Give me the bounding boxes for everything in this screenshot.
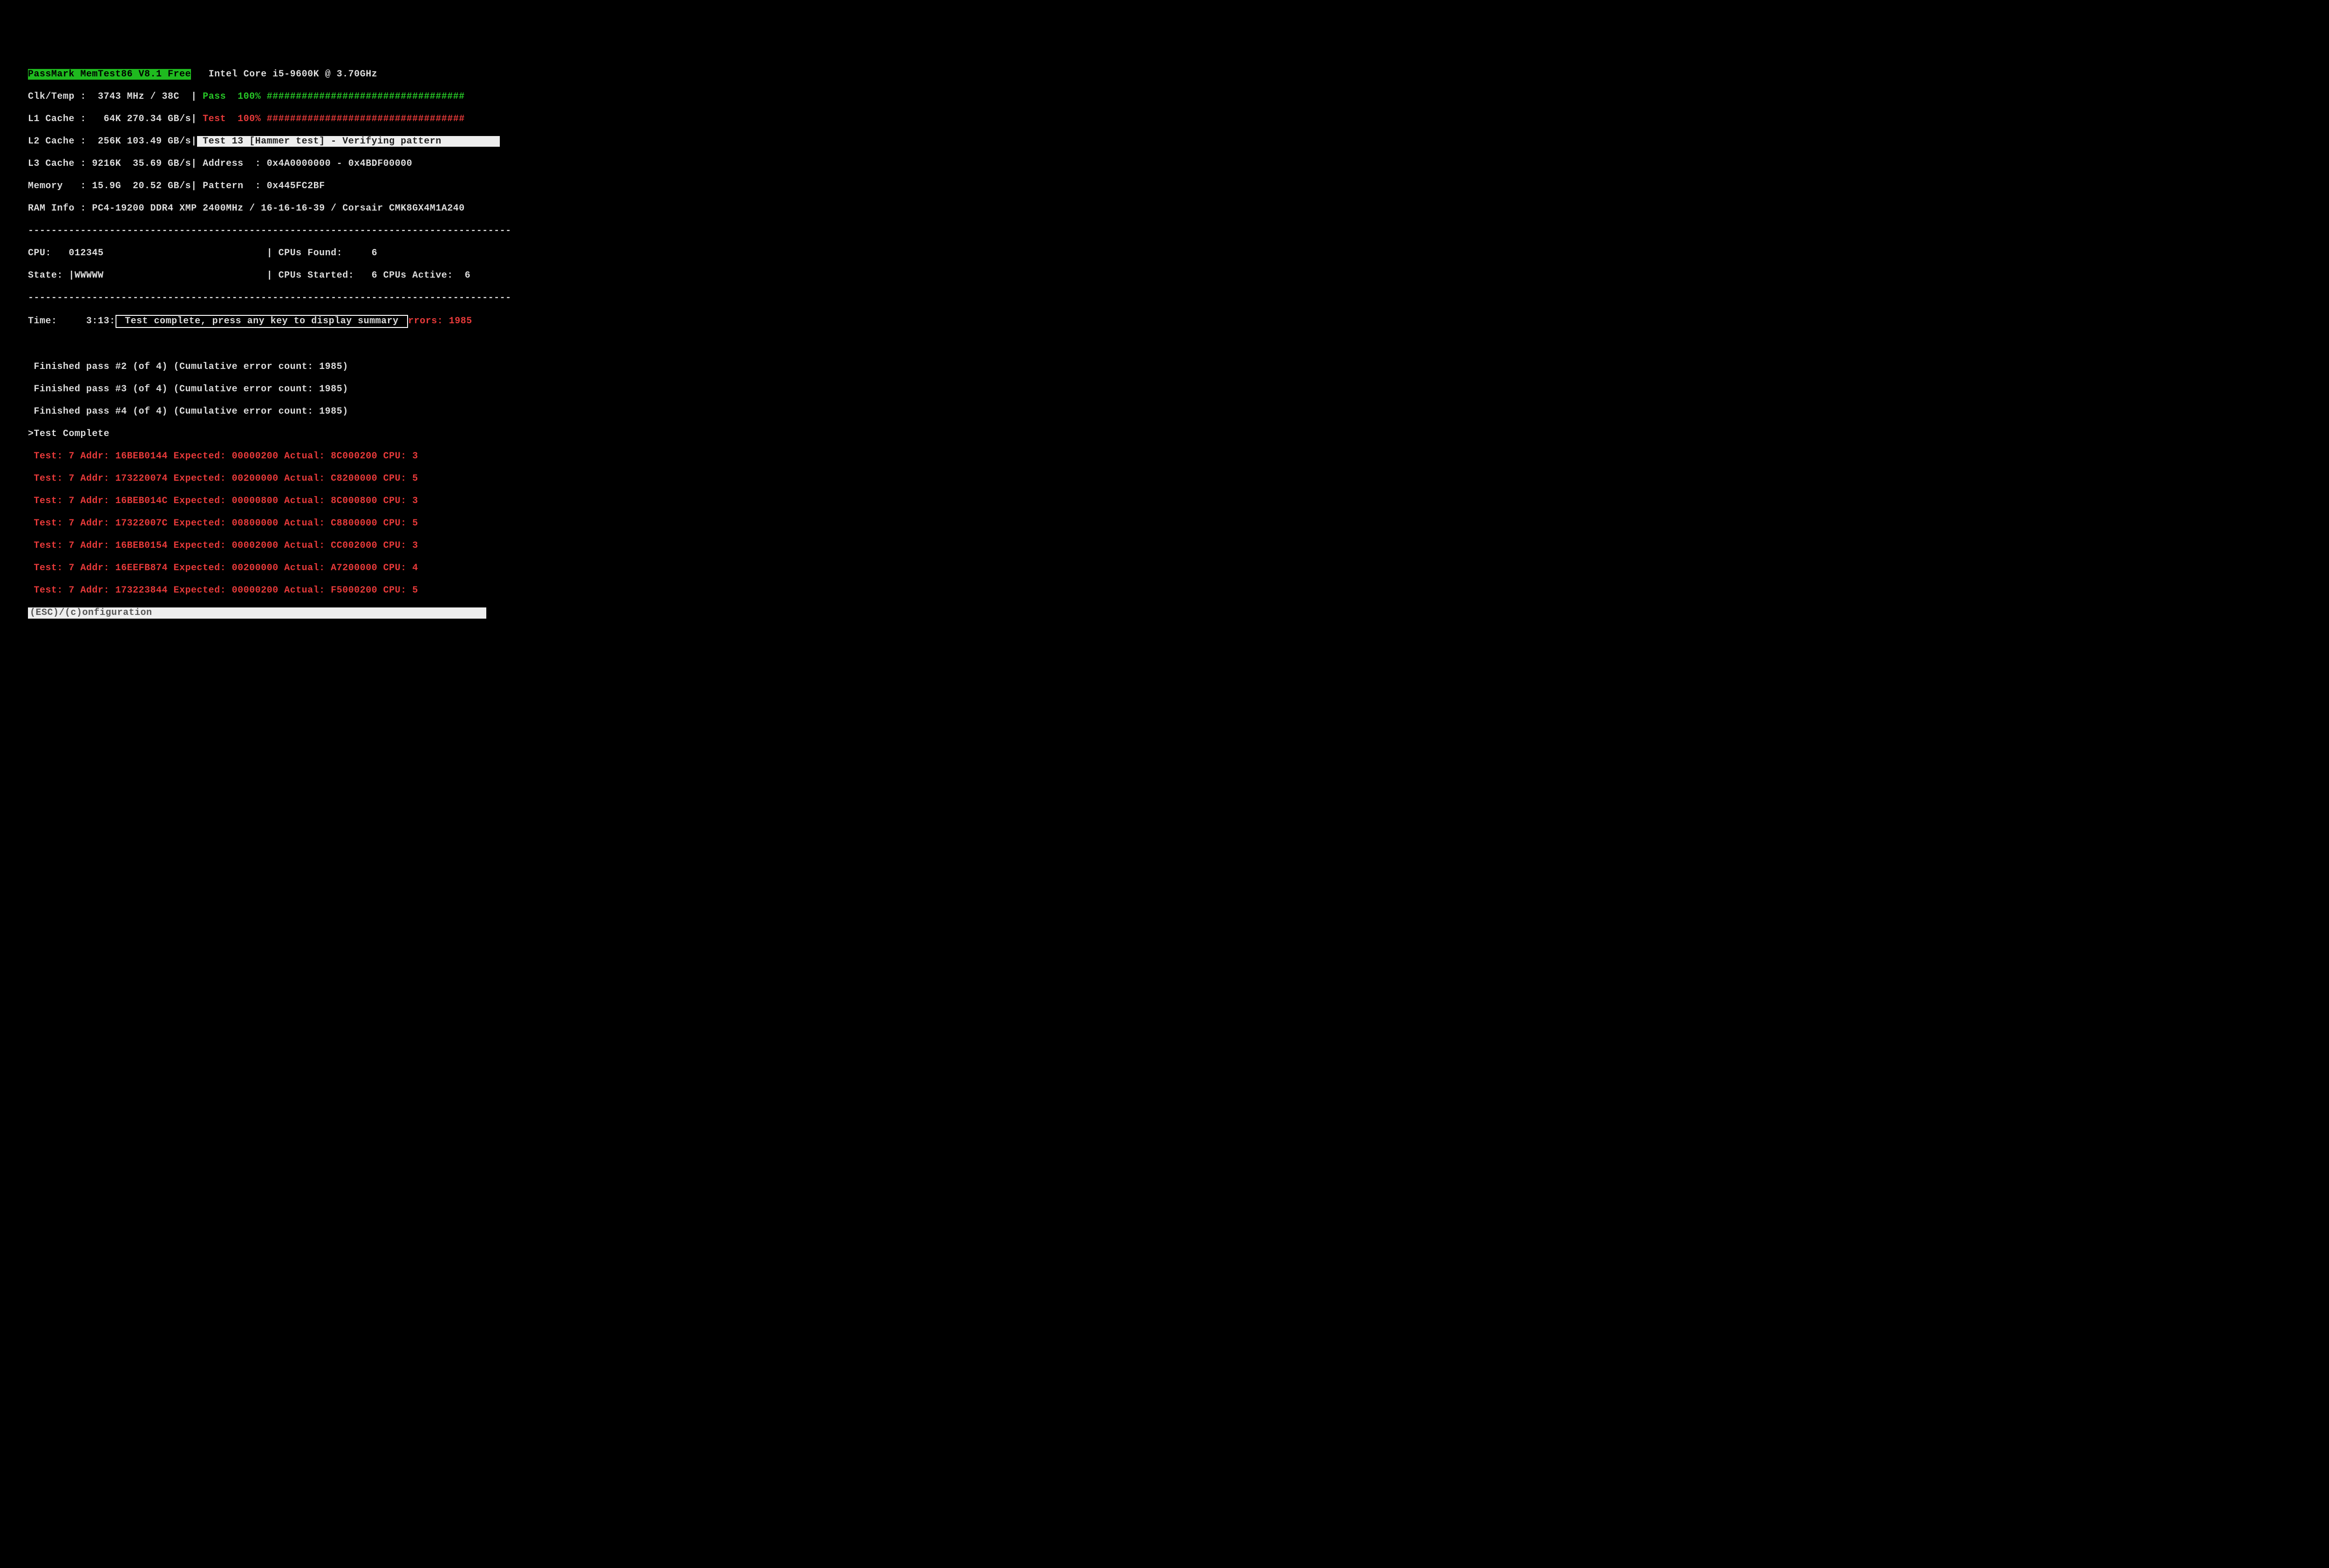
cpus-started-label: | CPUs Started: [267, 270, 354, 281]
error-line: Test: 7 Addr: 173223844 Expected: 000002… [28, 585, 2301, 596]
l1-label: L1 Cache : [28, 114, 86, 124]
pass-line-4: Finished pass #4 (of 4) (Cumulative erro… [28, 406, 2301, 417]
ram-label: RAM Info : [28, 203, 86, 214]
test-label: Test [203, 114, 226, 124]
error-line: Test: 7 Addr: 16BEB014C Expected: 000008… [28, 496, 2301, 507]
errors-value: 1985 [443, 316, 472, 327]
error-line: Test: 7 Addr: 17322007C Expected: 008000… [28, 518, 2301, 529]
pattern-line: Pattern : 0x445FC2BF [197, 181, 325, 191]
l3-value: 9216K 35.69 GB/s [86, 158, 191, 169]
l2-label: L2 Cache : [28, 136, 86, 147]
cpu-name-text: Intel Core i5-9600K @ 3.70GHz [209, 69, 378, 80]
clk-temp-label: Clk/Temp : [28, 91, 86, 102]
divider: ----------------------------------------… [28, 225, 2301, 237]
cpu-row: CPU: 012345 [28, 248, 104, 259]
test-pct: 100% [226, 114, 261, 124]
pass-label: Pass [203, 91, 226, 102]
error-line: Test: 7 Addr: 16EEFB874 Expected: 002000… [28, 563, 2301, 574]
cpus-found-value: 6 [342, 248, 377, 259]
l2-value: 256K 103.49 GB/s [86, 136, 191, 147]
title-bar: PassMark MemTest86 V8.1 Free [28, 69, 191, 80]
pass-line-3: Finished pass #3 (of 4) (Cumulative erro… [28, 384, 2301, 395]
error-line: Test: 7 Addr: 173220074 Expected: 002000… [28, 473, 2301, 484]
ram-value: PC4-19200 DDR4 XMP 2400MHz / 16-16-16-39… [86, 203, 465, 214]
memtest-screen: PassMark MemTest86 V8.1 Free Intel Core … [0, 0, 2329, 648]
clk-temp-value: 3743 MHz / 38C [86, 91, 179, 102]
cpus-started-value: 6 [354, 270, 377, 281]
error-line: Test: 7 Addr: 16BEB0144 Expected: 000002… [28, 451, 2301, 462]
mem-label: Memory : [28, 181, 86, 191]
footer-hint[interactable]: (ESC)/(c)onfiguration [28, 607, 486, 619]
l3-label: L3 Cache : [28, 158, 86, 169]
error-line: Test: 7 Addr: 16BEB0154 Expected: 000020… [28, 540, 2301, 552]
address-line: Address : 0x4A0000000 - 0x4BDF00000 [197, 158, 413, 169]
cpus-active-label: CPUs Active: [377, 270, 453, 281]
cpu-name [191, 69, 209, 80]
errors-label: rrors: [408, 316, 443, 327]
state-row: State: |WWWWW [28, 270, 104, 281]
pass-line-2: Finished pass #2 (of 4) (Cumulative erro… [28, 361, 2301, 373]
time-label: Time: [28, 316, 57, 327]
l1-value: 64K 270.34 GB/s [86, 114, 191, 124]
cpus-found-label: | CPUs Found: [267, 248, 343, 259]
pass-bar: ################################## [261, 91, 465, 102]
prompt-box[interactable]: Test complete, press any key to display … [116, 315, 409, 328]
pass-pct: 100% [226, 91, 261, 102]
divider-2: ----------------------------------------… [28, 293, 2301, 304]
test-status: Test 13 [Hammer test] - Verifying patter… [197, 136, 500, 147]
test-bar: ################################## [261, 114, 465, 124]
time-value: 3:13: [57, 316, 116, 327]
cpus-active-value: 6 [453, 270, 471, 281]
test-complete-marker: >Test Complete [28, 429, 2301, 440]
mem-value: 15.9G 20.52 GB/s [86, 181, 191, 191]
